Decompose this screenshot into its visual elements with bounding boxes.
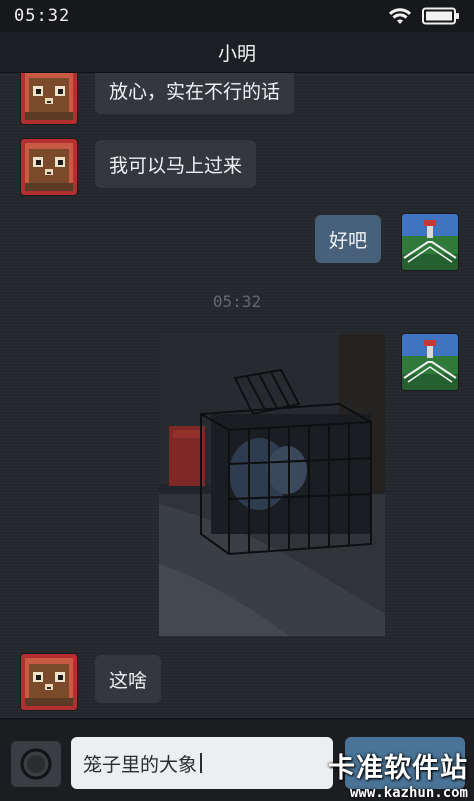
contact-avatar[interactable]: [21, 73, 77, 124]
chat-header: 小明: [0, 32, 474, 73]
status-bar: 05:32: [0, 0, 474, 32]
timestamp: 05:32: [212, 292, 262, 311]
send-button[interactable]: [345, 737, 465, 789]
chat-area[interactable]: 放心，实在不行的话 我可以马上过来 好吧 05:32 这啥: [0, 73, 474, 718]
message-text: 好吧: [329, 229, 368, 252]
message-bubble[interactable]: 放心，实在不行的话: [95, 73, 295, 114]
message-bubble[interactable]: 这啥: [95, 655, 162, 703]
status-icons: [388, 7, 460, 25]
message-bubble[interactable]: 我可以马上过来: [95, 140, 257, 188]
contact-avatar[interactable]: [21, 139, 77, 195]
camera-button[interactable]: [11, 741, 61, 787]
message-bubble[interactable]: 好吧: [315, 215, 382, 263]
wifi-icon: [389, 8, 411, 24]
message-text: 我可以马上过来: [109, 154, 243, 177]
my-avatar[interactable]: [402, 214, 458, 270]
message-input[interactable]: 笼子里的大象: [71, 737, 333, 789]
my-avatar[interactable]: [402, 334, 458, 390]
image-message[interactable]: [159, 334, 385, 636]
battery-icon: [422, 7, 459, 25]
text-caret: [200, 753, 203, 773]
message-text: 这啥: [109, 669, 148, 692]
status-time: 05:32: [14, 6, 71, 26]
contact-avatar[interactable]: [21, 654, 77, 710]
message-text: 放心，实在不行的话: [109, 80, 281, 103]
camera-icon: [20, 748, 52, 780]
contact-name: 小明: [217, 42, 256, 65]
input-bar: 笼子里的大象: [0, 718, 474, 801]
message-input-value: 笼子里的大象: [83, 753, 198, 776]
